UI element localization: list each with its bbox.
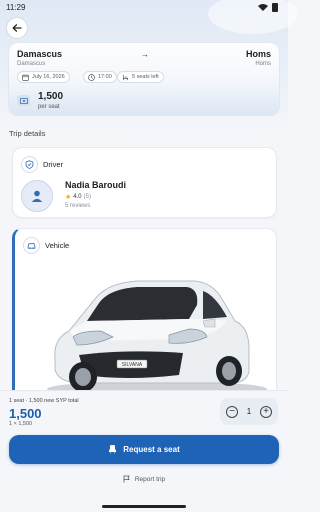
flag-icon bbox=[123, 475, 130, 483]
license-plate: SILVANA bbox=[122, 362, 143, 368]
driver-heading: Driver bbox=[43, 160, 63, 169]
seat-icon bbox=[122, 74, 129, 80]
trip-time: 17:00 bbox=[98, 74, 112, 80]
back-arrow-icon bbox=[12, 24, 22, 32]
status-icons bbox=[258, 2, 278, 12]
booking-summary: 1 seat · 1,500 new SYP total bbox=[9, 398, 79, 404]
driver-rating: ★ 4.0 (5) bbox=[65, 193, 91, 201]
seat-quantity: 1 bbox=[246, 407, 252, 416]
decrease-seats-button[interactable]: − bbox=[226, 405, 238, 418]
route-summary-card: Damascus Damascus → Homs Homs July 16, 2… bbox=[8, 42, 280, 116]
status-bar: 11:29 bbox=[0, 0, 288, 14]
vehicle-card: Vehicle SILVANA bbox=[12, 228, 277, 408]
wifi-icon bbox=[258, 3, 268, 11]
driver-name: Nadia Baroudi bbox=[65, 180, 127, 190]
battery-icon bbox=[272, 2, 278, 12]
star-icon: ★ bbox=[65, 194, 72, 201]
driver-card[interactable]: Driver Nadia Baroudi ★ 4.0 (5) 5 reviews bbox=[12, 147, 277, 218]
booking-calculation: 1 × 1,500 bbox=[9, 421, 33, 427]
origin-city: Damascus bbox=[17, 49, 63, 59]
wallet-icon bbox=[17, 95, 30, 106]
date-chip: July 16, 2026 bbox=[17, 71, 70, 83]
origin-subtitle: Damascus bbox=[17, 61, 46, 67]
back-button[interactable] bbox=[6, 17, 28, 39]
vehicle-photo: SILVANA bbox=[17, 259, 276, 393]
request-seat-label: Request a seat bbox=[123, 445, 180, 454]
car-icon bbox=[23, 237, 40, 254]
time-chip: 17:00 bbox=[83, 71, 117, 83]
seat-quantity-stepper: − 1 + bbox=[220, 398, 278, 425]
rating-count: (5) bbox=[83, 194, 91, 200]
section-title-trip-details: Trip details bbox=[9, 129, 46, 138]
calendar-icon bbox=[22, 73, 29, 81]
vehicle-heading: Vehicle bbox=[45, 241, 70, 250]
clock-icon bbox=[88, 73, 95, 81]
shield-icon bbox=[21, 156, 38, 173]
avatar bbox=[21, 180, 53, 212]
rating-value: 4.0 bbox=[73, 194, 82, 200]
increase-seats-button[interactable]: + bbox=[259, 405, 272, 418]
report-trip-label: Report trip bbox=[134, 475, 166, 483]
report-trip-link[interactable]: Report trip bbox=[0, 475, 288, 483]
destination-subtitle: Homs bbox=[255, 61, 271, 67]
price-unit: per seat bbox=[38, 104, 60, 110]
request-seat-button[interactable]: Request a seat bbox=[9, 435, 279, 464]
reviews-count: 5 reviews bbox=[65, 203, 91, 209]
seat-icon bbox=[109, 445, 117, 454]
seats-chip: 5 seats left bbox=[117, 71, 164, 83]
seat-price: 1,500 bbox=[38, 91, 64, 102]
status-time: 11:29 bbox=[6, 2, 26, 12]
booking-panel: 1 seat · 1,500 new SYP total 1,500 1 × 1… bbox=[0, 390, 288, 512]
seats-left: 5 seats left bbox=[132, 74, 159, 80]
route-arrow-icon: → bbox=[141, 50, 149, 59]
person-icon bbox=[31, 190, 43, 202]
destination-city: Homs bbox=[245, 49, 271, 59]
trip-date: July 16, 2026 bbox=[32, 74, 65, 80]
booking-total: 1,500 bbox=[9, 406, 42, 421]
home-indicator bbox=[102, 505, 186, 508]
